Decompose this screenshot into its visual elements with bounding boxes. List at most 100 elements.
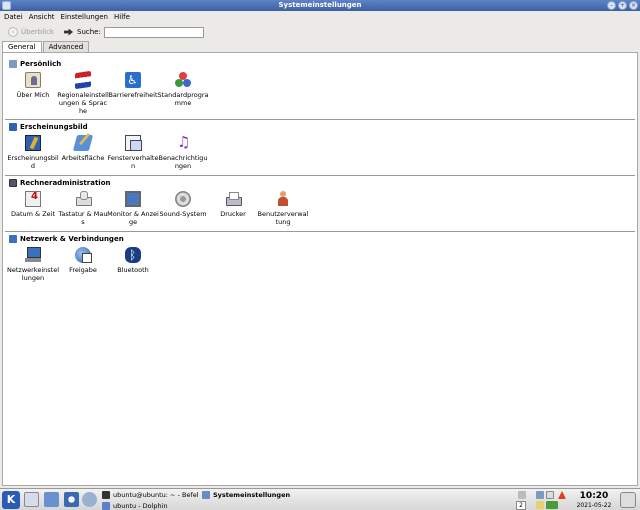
- item-label: Erscheinungsbild: [7, 154, 59, 170]
- search-arrow-icon: [64, 28, 73, 36]
- clock-time[interactable]: 10:20: [576, 491, 612, 501]
- item-sound-system[interactable]: Sound-System: [157, 191, 209, 218]
- menu-datei[interactable]: Datei: [4, 13, 23, 21]
- item-ueber-mich[interactable]: Über Mich: [7, 72, 59, 99]
- user-switch-icon[interactable]: [518, 491, 526, 499]
- clipboard-icon[interactable]: [536, 501, 544, 509]
- task-list: ubuntu@ubuntu: ~ - Befehl Systemeinstell…: [100, 490, 510, 510]
- task-label: ubuntu@ubuntu: ~ - Befehl: [113, 491, 198, 499]
- item-erscheinungsbild[interactable]: Erscheinungsbild: [7, 135, 59, 170]
- item-label: Barrierefreiheit: [108, 91, 158, 99]
- keyboard-mouse-icon: [75, 191, 92, 207]
- search-label: Suche:: [64, 28, 101, 36]
- minimize-button[interactable]: –: [607, 1, 616, 10]
- item-freigabe[interactable]: Freigabe: [57, 247, 109, 274]
- tab-advanced[interactable]: Advanced: [42, 41, 90, 52]
- window-title: Systemeinstellungen: [278, 1, 362, 9]
- warning-icon[interactable]: [558, 491, 566, 499]
- settings-icon: [202, 491, 210, 499]
- settings-panel: Persönlich Über Mich Regionaleinstellung…: [2, 52, 638, 486]
- close-button[interactable]: ×: [629, 1, 638, 10]
- section-title: Persönlich: [20, 60, 62, 68]
- item-label: Regionaleinstellungen & Sprache: [57, 91, 109, 115]
- appearance-icon: [25, 135, 41, 151]
- item-label: Über Mich: [16, 91, 50, 99]
- taskbar: K ubuntu@ubuntu: ~ - Befehl Systemeinste…: [0, 488, 640, 510]
- user-manager-icon: [275, 191, 291, 207]
- battery-icon[interactable]: [546, 501, 558, 509]
- speaker-icon: [175, 191, 191, 207]
- item-label: Standardprogramme: [157, 91, 209, 107]
- item-tastatur-maus[interactable]: Tastatur & Maus: [57, 191, 109, 226]
- printer-icon: [225, 191, 242, 207]
- menu-ansicht[interactable]: Ansicht: [29, 13, 55, 21]
- menu-einstellungen[interactable]: Einstellungen: [61, 13, 108, 21]
- volume-icon[interactable]: [546, 491, 554, 499]
- task-systemeinstellungen[interactable]: Systemeinstellungen: [202, 490, 322, 500]
- item-monitor-anzeige[interactable]: Monitor & Anzeige: [107, 191, 159, 226]
- k-menu-button[interactable]: K: [2, 491, 20, 509]
- toolbar: ‹ Überblick Suche:: [0, 24, 640, 40]
- clock-date[interactable]: 2021-05-22: [574, 502, 614, 509]
- monitor-icon: [125, 191, 141, 207]
- item-label: Arbeitsfläche: [61, 154, 105, 162]
- section-header: Persönlich: [9, 60, 61, 68]
- computer-icon: [9, 179, 17, 187]
- network-status-icon[interactable]: [536, 491, 544, 499]
- item-bluetooth[interactable]: Bluetooth: [107, 247, 159, 274]
- section-divider: [5, 175, 635, 176]
- section-title: Erscheinungsbild: [20, 123, 88, 131]
- item-label: Monitor & Anzeige: [107, 210, 159, 226]
- item-regional[interactable]: Regionaleinstellungen & Sprache: [57, 70, 109, 115]
- browser-icon[interactable]: [64, 492, 79, 507]
- section-header: Erscheinungsbild: [9, 123, 88, 131]
- system-settings-icon[interactable]: [82, 492, 97, 507]
- lock-logout-icon[interactable]: [620, 492, 636, 508]
- item-label: Fensterverhalten: [107, 154, 159, 170]
- item-benachrichtigungen[interactable]: Benachrichtigungen: [157, 134, 209, 170]
- item-arbeitsflaeche[interactable]: Arbeitsfläche: [57, 135, 109, 162]
- appearance-icon: [9, 123, 17, 131]
- title-bar[interactable]: Systemeinstellungen – + ×: [0, 0, 640, 11]
- item-datum-zeit[interactable]: Datum & Zeit: [7, 191, 59, 218]
- back-arrow-icon: ‹: [8, 27, 18, 37]
- task-konsole[interactable]: ubuntu@ubuntu: ~ - Befehl: [102, 490, 198, 500]
- maximize-button[interactable]: +: [618, 1, 627, 10]
- item-label: Drucker: [220, 210, 246, 218]
- desktop-icon: [72, 135, 94, 151]
- search-label-text: Suche:: [77, 28, 101, 36]
- section-header: Netzwerk & Verbindungen: [9, 235, 124, 243]
- task-dolphin[interactable]: ubuntu - Dolphin: [102, 501, 198, 510]
- item-label: Benachrichtigungen: [158, 154, 208, 170]
- home-folder-icon[interactable]: [44, 492, 59, 507]
- menu-hilfe[interactable]: Hilfe: [114, 13, 130, 21]
- section-divider: [5, 231, 635, 232]
- item-label: Freigabe: [69, 266, 97, 274]
- search-input[interactable]: [103, 26, 204, 38]
- network-icon: [9, 235, 17, 243]
- show-desktop-icon[interactable]: [24, 492, 39, 507]
- item-label: Sound-System: [159, 210, 207, 218]
- item-standardprogramme[interactable]: Standardprogramme: [157, 72, 209, 107]
- user-icon: [9, 60, 17, 68]
- item-netzwerkeinstellungen[interactable]: Netzwerkeinstellungen: [7, 247, 59, 282]
- overview-button[interactable]: ‹ Überblick: [8, 27, 54, 37]
- item-barrierefreiheit[interactable]: Barrierefreiheit: [107, 72, 159, 99]
- sharing-icon: [75, 247, 92, 263]
- section-header: Rechneradministration: [9, 179, 111, 187]
- item-label: Bluetooth: [117, 266, 149, 274]
- bluetooth-icon: [125, 247, 141, 263]
- terminal-icon: [102, 491, 110, 499]
- item-fensterverhalten[interactable]: Fensterverhalten: [107, 135, 159, 170]
- desktop-pager[interactable]: 2: [516, 501, 526, 510]
- item-label: Netzwerkeinstellungen: [7, 266, 60, 282]
- item-label: Tastatur & Maus: [58, 210, 108, 226]
- flags-icon: [75, 70, 91, 90]
- menu-bar: Datei Ansicht Einstellungen Hilfe: [0, 11, 640, 23]
- about-me-icon: [25, 72, 41, 88]
- item-benutzerverwaltung[interactable]: Benutzerverwaltung: [257, 191, 309, 226]
- accessibility-icon: [125, 72, 141, 88]
- item-drucker[interactable]: Drucker: [207, 191, 259, 218]
- default-apps-icon: [175, 72, 191, 88]
- section-title: Netzwerk & Verbindungen: [20, 235, 124, 243]
